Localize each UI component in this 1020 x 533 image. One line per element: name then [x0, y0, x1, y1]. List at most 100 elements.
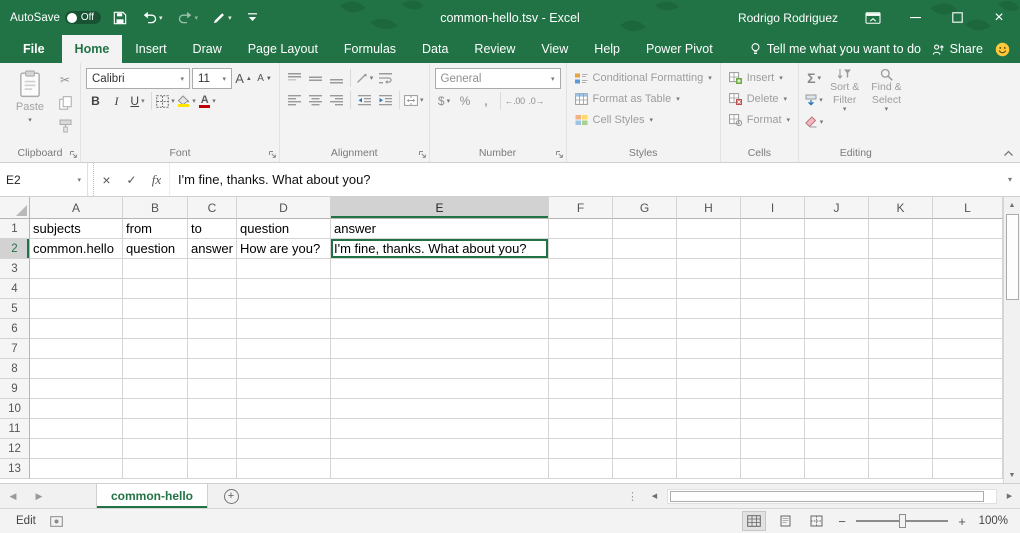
cell[interactable]: [933, 219, 1003, 239]
increase-indent-button[interactable]: [376, 90, 395, 110]
cell[interactable]: [677, 299, 741, 319]
cell[interactable]: [237, 399, 331, 419]
normal-view-button[interactable]: [742, 511, 766, 531]
record-macro-button[interactable]: [50, 516, 63, 527]
font-dialog-launcher[interactable]: [268, 150, 277, 159]
cell[interactable]: [741, 399, 805, 419]
cell[interactable]: [677, 419, 741, 439]
cell[interactable]: [188, 459, 237, 479]
format-cells-button[interactable]: Format▾: [726, 110, 793, 130]
row-header-12[interactable]: 12: [0, 439, 30, 459]
cell[interactable]: [741, 219, 805, 239]
cell[interactable]: [188, 379, 237, 399]
cell[interactable]: [30, 299, 123, 319]
decrease-decimal-button[interactable]: .0→: [527, 91, 546, 111]
tab-view[interactable]: View: [528, 35, 581, 63]
delete-cells-button[interactable]: Delete▾: [726, 89, 793, 109]
tab-draw[interactable]: Draw: [180, 35, 235, 63]
column-header-e[interactable]: E: [331, 197, 549, 219]
cell[interactable]: [741, 439, 805, 459]
cell[interactable]: [933, 459, 1003, 479]
cell[interactable]: [677, 359, 741, 379]
fill-color-button[interactable]: ▾: [177, 91, 196, 111]
column-header-j[interactable]: J: [805, 197, 869, 219]
cell[interactable]: [805, 459, 869, 479]
tab-page-layout[interactable]: Page Layout: [235, 35, 331, 63]
cell[interactable]: [123, 299, 188, 319]
cell[interactable]: [237, 419, 331, 439]
cell[interactable]: [331, 339, 549, 359]
cell[interactable]: [741, 299, 805, 319]
row-header-11[interactable]: 11: [0, 419, 30, 439]
cell-c2[interactable]: answer: [188, 239, 237, 259]
cell[interactable]: [933, 419, 1003, 439]
cell[interactable]: [549, 379, 613, 399]
cell[interactable]: [741, 379, 805, 399]
cell[interactable]: [869, 359, 933, 379]
horizontal-scroll-thumb[interactable]: [670, 491, 984, 502]
cell[interactable]: [331, 279, 549, 299]
cell[interactable]: [805, 359, 869, 379]
cell-b1[interactable]: from: [123, 219, 188, 239]
row-header-8[interactable]: 8: [0, 359, 30, 379]
column-header-h[interactable]: H: [677, 197, 741, 219]
zoom-in-button[interactable]: +: [955, 514, 969, 529]
cut-button[interactable]: ✂: [55, 70, 75, 90]
cell[interactable]: [933, 399, 1003, 419]
cell[interactable]: [933, 279, 1003, 299]
cell[interactable]: [805, 339, 869, 359]
minimize-button[interactable]: [894, 0, 936, 35]
undo-button[interactable]: ▾: [139, 5, 166, 31]
font-family-select[interactable]: Calibri▾: [86, 68, 190, 89]
wrap-text-button[interactable]: [376, 68, 395, 88]
cell[interactable]: [123, 399, 188, 419]
cell[interactable]: [869, 279, 933, 299]
enter-button[interactable]: ✓: [119, 163, 144, 196]
cell[interactable]: [123, 359, 188, 379]
cancel-button[interactable]: ×: [94, 163, 119, 196]
row-header-1[interactable]: 1: [0, 219, 30, 239]
cell[interactable]: [30, 399, 123, 419]
vertical-scrollbar[interactable]: ▲ ▼: [1003, 197, 1020, 483]
increase-decimal-button[interactable]: ←.00: [505, 91, 525, 111]
cell[interactable]: [549, 259, 613, 279]
cell[interactable]: [549, 219, 613, 239]
pen-input-button[interactable]: ▾: [210, 5, 235, 31]
number-format-select[interactable]: General▾: [435, 68, 561, 89]
accounting-format-button[interactable]: $▾: [435, 91, 454, 111]
number-dialog-launcher[interactable]: [555, 150, 564, 159]
find-select-button[interactable]: Find & Select ▾: [865, 66, 907, 145]
align-middle-button[interactable]: [306, 68, 325, 88]
scroll-left-button[interactable]: ◀: [646, 488, 663, 505]
tab-splitter-handle[interactable]: ⋮: [623, 490, 642, 503]
cell[interactable]: [869, 379, 933, 399]
align-top-button[interactable]: [285, 68, 304, 88]
cell[interactable]: [933, 259, 1003, 279]
cell[interactable]: [805, 379, 869, 399]
tab-home[interactable]: Home: [62, 35, 123, 63]
cell[interactable]: [869, 399, 933, 419]
cell[interactable]: [805, 319, 869, 339]
cell[interactable]: [613, 259, 677, 279]
row-header-6[interactable]: 6: [0, 319, 30, 339]
cell[interactable]: [677, 439, 741, 459]
insert-cells-button[interactable]: Insert▾: [726, 68, 793, 88]
cell[interactable]: [188, 279, 237, 299]
cell[interactable]: [237, 459, 331, 479]
column-header-f[interactable]: F: [549, 197, 613, 219]
orientation-button[interactable]: ▾: [355, 68, 374, 88]
comma-style-button[interactable]: ,: [477, 91, 496, 111]
column-header-a[interactable]: A: [30, 197, 123, 219]
cell[interactable]: [933, 379, 1003, 399]
cell[interactable]: [613, 439, 677, 459]
cell[interactable]: [123, 459, 188, 479]
cell[interactable]: [30, 319, 123, 339]
cell[interactable]: [677, 259, 741, 279]
cell[interactable]: [741, 459, 805, 479]
cell[interactable]: [741, 279, 805, 299]
tab-help[interactable]: Help: [581, 35, 633, 63]
sort-filter-button[interactable]: Sort & Filter ▾: [824, 66, 865, 145]
formula-input[interactable]: I'm fine, thanks. What about you?: [169, 163, 1000, 196]
cell-c1[interactable]: to: [188, 219, 237, 239]
cell-styles-button[interactable]: Cell Styles▾: [572, 110, 715, 130]
